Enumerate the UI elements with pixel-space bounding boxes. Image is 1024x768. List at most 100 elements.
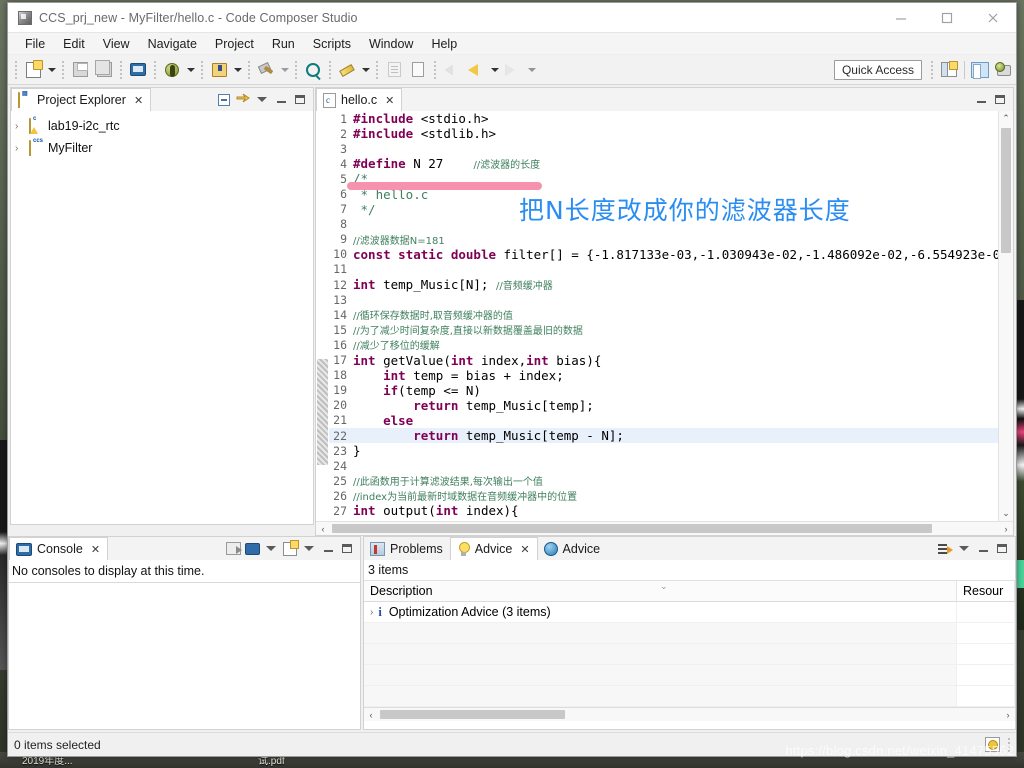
- view-menu-icon[interactable]: [254, 92, 270, 108]
- minimize-icon[interactable]: [975, 541, 991, 557]
- source-code[interactable]: 1 #include <stdio.h> 2 #include <stdlib.h> 3…: [329, 111, 998, 521]
- table-row[interactable]: [364, 665, 1015, 686]
- table-row[interactable]: › i Optimization Advice (3 items): [364, 602, 1015, 623]
- minimize-icon[interactable]: [320, 541, 336, 557]
- code-line[interactable]: 10 const static double filter[] = {-1.817…: [329, 247, 998, 262]
- tab-problems[interactable]: Problems: [364, 537, 450, 560]
- minimize-button[interactable]: [878, 3, 924, 32]
- tab-project-explorer[interactable]: ▤ Project Explorer ✕: [11, 88, 152, 111]
- code-line[interactable]: 26 //index为当前最新时域数据在音频缓冲器中的位置: [329, 488, 998, 504]
- forward-dropdown-icon[interactable]: [525, 59, 538, 81]
- status-resize-handle[interactable]: [1008, 737, 1010, 752]
- hscroll-thumb[interactable]: [332, 524, 932, 533]
- build-dropdown-icon[interactable]: [278, 59, 291, 81]
- hscroll-thumb[interactable]: [380, 710, 565, 719]
- table-row[interactable]: [364, 686, 1015, 707]
- code-line[interactable]: 21 else: [329, 413, 998, 428]
- filter-icon[interactable]: [937, 541, 953, 557]
- minimize-icon[interactable]: [973, 92, 989, 108]
- collapse-all-icon[interactable]: [216, 92, 232, 108]
- debug-icon[interactable]: [161, 59, 183, 81]
- open-console-icon[interactable]: [282, 539, 299, 557]
- code-line[interactable]: 17 int getValue(int index,int bias){: [329, 353, 998, 368]
- view-menu-icon[interactable]: [956, 541, 972, 557]
- code-line[interactable]: 13: [329, 292, 998, 307]
- scroll-up-icon[interactable]: ⌃: [999, 111, 1013, 126]
- scroll-thumb[interactable]: [1001, 128, 1011, 253]
- code-line[interactable]: 16 //减少了移位的缓解: [329, 337, 998, 353]
- toggle-block-icon[interactable]: [407, 59, 429, 81]
- code-line[interactable]: 23}: [329, 443, 998, 458]
- back-arrow-icon[interactable]: [465, 59, 487, 81]
- menu-scripts[interactable]: Scripts: [304, 35, 360, 53]
- console-body[interactable]: No consoles to display at this time.: [9, 560, 360, 729]
- code-line[interactable]: 22 return temp_Music[temp - N];: [329, 427, 998, 444]
- open-declaration-icon[interactable]: [383, 59, 405, 81]
- table-row[interactable]: [364, 644, 1015, 665]
- scroll-right-icon[interactable]: ›: [999, 524, 1013, 534]
- tree-item-MyFilter[interactable]: › ccs MyFilter: [11, 137, 313, 159]
- scroll-left-icon[interactable]: ‹: [316, 524, 330, 534]
- close-icon[interactable]: ✕: [520, 543, 529, 556]
- close-button[interactable]: [970, 3, 1016, 32]
- build-status-icon[interactable]: [985, 737, 1000, 752]
- advice-horizontal-scrollbar[interactable]: ‹ ›: [364, 707, 1015, 721]
- code-line[interactable]: 2 #include <stdlib.h>: [329, 126, 998, 141]
- code-line[interactable]: 14 //循环保存数据时,取音频缓冲器的值: [329, 307, 998, 323]
- link-with-editor-icon[interactable]: [235, 92, 251, 108]
- download-dropdown-icon[interactable]: [231, 59, 244, 81]
- menu-navigate[interactable]: Navigate: [139, 35, 206, 53]
- menu-project[interactable]: Project: [206, 35, 263, 53]
- table-row[interactable]: [364, 623, 1015, 644]
- maximize-button[interactable]: [924, 3, 970, 32]
- display-console-icon[interactable]: [244, 541, 260, 557]
- column-header-description[interactable]: ⌄ Description: [364, 581, 957, 601]
- open-console-dropdown-icon[interactable]: [301, 541, 317, 557]
- back-history-icon[interactable]: [441, 59, 463, 81]
- save-all-icon[interactable]: [93, 59, 115, 81]
- maximize-icon[interactable]: [292, 92, 308, 108]
- back-dropdown-icon[interactable]: [488, 59, 501, 81]
- code-line[interactable]: 9 //滤波器数据N=181: [329, 232, 998, 247]
- code-line[interactable]: 11: [329, 262, 998, 277]
- tab-hello-c[interactable]: hello.c ✕: [316, 88, 403, 111]
- ccs-debug-perspective-icon[interactable]: [992, 59, 1016, 81]
- tab-console[interactable]: Console ✕: [9, 537, 109, 560]
- save-icon[interactable]: [69, 59, 91, 81]
- editor-horizontal-scrollbar[interactable]: ‹ ›: [316, 521, 1013, 535]
- ccs-edit-perspective-icon[interactable]: [968, 59, 992, 81]
- maximize-icon[interactable]: [992, 92, 1008, 108]
- menu-file[interactable]: File: [16, 35, 54, 53]
- new-perspective-icon[interactable]: [937, 59, 961, 81]
- close-icon[interactable]: ✕: [91, 543, 100, 556]
- terminate-icon[interactable]: [225, 541, 242, 557]
- code-line[interactable]: 3: [329, 141, 998, 156]
- tab-advice-web[interactable]: Advice: [537, 537, 608, 560]
- minimize-icon[interactable]: [273, 92, 289, 108]
- new-file-icon[interactable]: [22, 59, 44, 81]
- scroll-down-icon[interactable]: ⌄: [999, 506, 1013, 521]
- display-console-dropdown-icon[interactable]: [263, 541, 279, 557]
- chevron-right-icon[interactable]: ›: [15, 143, 18, 154]
- code-line[interactable]: 12 int temp_Music[N]; //音频缓冲器: [329, 277, 998, 292]
- close-icon[interactable]: ✕: [134, 94, 143, 107]
- tree-item-lab19-i2c_rtc[interactable]: › c lab19-i2c_rtc: [11, 115, 313, 137]
- editor-vertical-scrollbar[interactable]: ⌃ ⌄: [998, 111, 1013, 521]
- search-icon[interactable]: [302, 59, 324, 81]
- code-line[interactable]: 25 //此函数用于计算滤波结果,每次输出一个值: [329, 473, 998, 489]
- marker-dropdown-icon[interactable]: [359, 59, 372, 81]
- menu-edit[interactable]: Edit: [54, 35, 94, 53]
- chevron-right-icon[interactable]: ›: [370, 607, 373, 618]
- code-line[interactable]: 20 return temp_Music[temp];: [329, 398, 998, 413]
- console-icon[interactable]: [127, 59, 149, 81]
- column-header-resource[interactable]: Resour: [957, 581, 1015, 601]
- marker-icon[interactable]: [336, 59, 358, 81]
- code-line[interactable]: 1 #include <stdio.h>: [329, 111, 998, 126]
- code-line[interactable]: 15 //为了减少时间复杂度,直接以新数据覆盖最旧的数据: [329, 322, 998, 338]
- close-icon[interactable]: ✕: [385, 94, 394, 107]
- code-line[interactable]: 27 int output(int index){: [329, 503, 998, 518]
- forward-arrow-icon[interactable]: [502, 59, 524, 81]
- scroll-left-icon[interactable]: ‹: [364, 710, 378, 720]
- code-line[interactable]: 19 if(temp <= N): [329, 383, 998, 398]
- code-line[interactable]: 4 #define N 27 //滤波器的长度: [329, 156, 998, 171]
